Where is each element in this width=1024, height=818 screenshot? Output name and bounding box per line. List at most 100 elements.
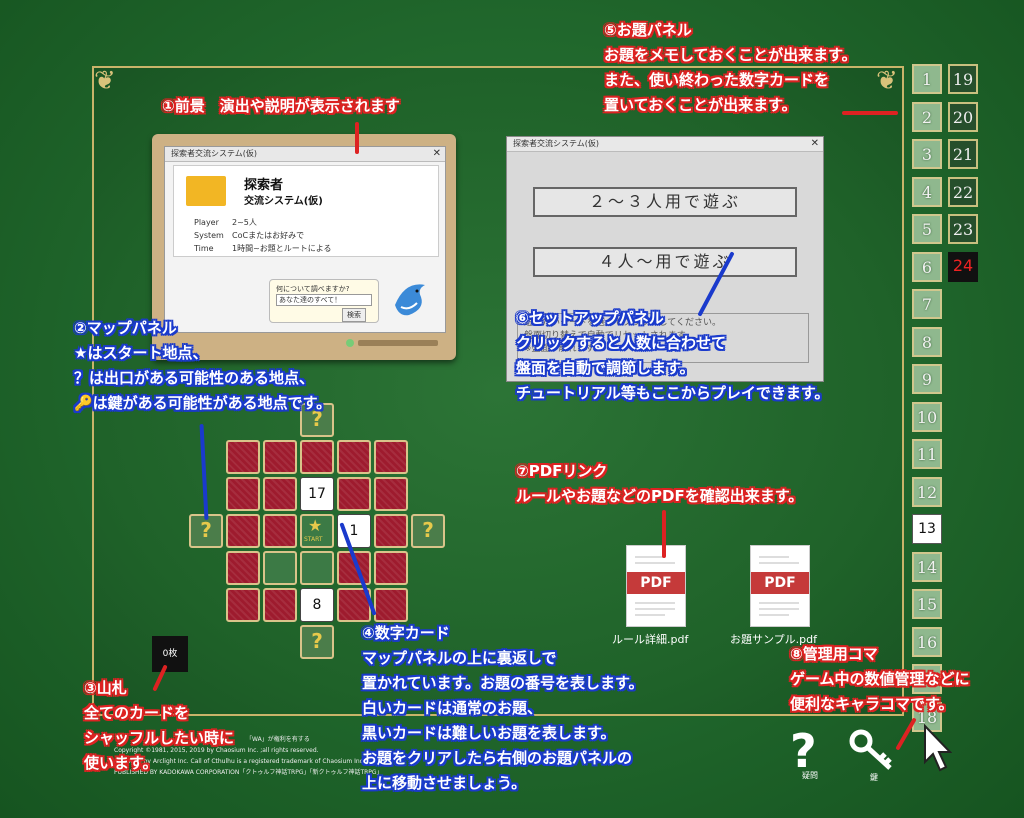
- deck-pile[interactable]: 0枚: [152, 636, 188, 672]
- search-button[interactable]: 検索: [342, 308, 366, 322]
- pdf-badge: PDF: [627, 572, 685, 594]
- theme-slot[interactable]: 21: [948, 139, 978, 169]
- row-value: 2~5人: [232, 218, 257, 227]
- annotation-line: ゲーム中の数値管理などに: [790, 670, 970, 688]
- map-tile-facedown[interactable]: [263, 588, 297, 622]
- annotation-title: ④数字カード: [362, 624, 450, 642]
- info-rows: Player 2~5人 System CoCまたはお好みで Time 1時間~お題とル…: [194, 216, 332, 255]
- annotation-line: 上に移動させましょう。: [362, 774, 527, 792]
- window-title-bar: 探索者交流システム(仮) ✕: [507, 137, 823, 152]
- heading: 探索者: [244, 178, 284, 193]
- annotation-title: ⑥セットアップパネル: [516, 309, 664, 327]
- map-tile-facedown[interactable]: [263, 440, 297, 474]
- annotation-pieces: ⑧管理用コマ ゲーム中の数値管理などに 便利なキャラコマです。: [790, 642, 970, 717]
- theme-slot[interactable]: 14: [912, 551, 942, 582]
- info-card: 探索者 交流システム(仮) Player 2~5人 System CoCまたはお好み…: [173, 165, 439, 257]
- close-icon[interactable]: ✕: [433, 147, 441, 161]
- close-icon[interactable]: ✕: [811, 137, 819, 151]
- theme-slot[interactable]: 3: [912, 139, 942, 169]
- annotation-line: ルールやお題などのPDFを確認出来ます。: [516, 487, 804, 505]
- theme-slot[interactable]: 22: [948, 176, 978, 207]
- theme-slot[interactable]: 12: [912, 476, 942, 507]
- map-tile-facedown[interactable]: [374, 477, 408, 511]
- row-label: Time: [194, 244, 214, 253]
- theme-slot[interactable]: 15: [912, 589, 942, 619]
- theme-slot[interactable]: 10: [912, 401, 942, 432]
- map-tile-facedown[interactable]: [263, 477, 297, 511]
- theme-slot[interactable]: 4: [912, 176, 942, 207]
- pdf-theme-icon[interactable]: PDF: [750, 545, 810, 627]
- annotation-line: クリックすると人数に合わせて: [516, 334, 727, 352]
- theme-slot[interactable]: 23: [948, 214, 978, 244]
- star-icon: ★: [308, 516, 323, 535]
- pointer-stroke: [355, 122, 359, 154]
- black-number-card[interactable]: 24: [948, 251, 978, 282]
- key-tile[interactable]: [263, 551, 297, 585]
- annotation-title: ①前景 演出や説明が表示されます: [162, 97, 400, 115]
- map-tile-facedown[interactable]: [337, 440, 371, 474]
- ornament-icon: ❦: [94, 66, 116, 96]
- annotation-line: 黒いカードは難しいお題を表します。: [362, 724, 616, 742]
- row-label: Player: [194, 218, 219, 227]
- theme-slot[interactable]: 19: [948, 64, 978, 94]
- map-tile-facedown[interactable]: [374, 514, 408, 548]
- annotation-title: ⑤お題パネル: [604, 21, 692, 39]
- map-tile-facedown[interactable]: [226, 440, 260, 474]
- exit-tile[interactable]: ?: [300, 625, 334, 659]
- annotation-line: ？は出口がある可能性のある地点、: [74, 369, 315, 387]
- annotation-line: お題をクリアしたら右側のお題パネルの: [362, 749, 633, 767]
- annotation-line: ★はスタート地点、: [74, 344, 208, 362]
- power-led-icon: [346, 339, 354, 347]
- theme-slot[interactable]: 6: [912, 251, 942, 282]
- annotation-pdf: ⑦PDFリンク ルールやお題などのPDFを確認出来ます。: [516, 459, 803, 509]
- theme-slot[interactable]: 2: [912, 101, 942, 132]
- row-value: 1時間~お題とルートによる: [232, 244, 332, 253]
- map-tile-facedown[interactable]: [374, 588, 408, 622]
- key-tile[interactable]: [300, 551, 334, 585]
- bubble-question: 何について調べますか?: [276, 285, 350, 293]
- map-tile-facedown[interactable]: [374, 440, 408, 474]
- annotation-line: シャッフルしたい時に: [84, 729, 235, 747]
- annotation-line: 盤面を自動で調節します。: [516, 359, 695, 377]
- number-card[interactable]: 17: [300, 477, 334, 511]
- theme-slot[interactable]: 11: [912, 439, 942, 469]
- map-tile-facedown[interactable]: [263, 514, 297, 548]
- ornament-icon: ❦: [876, 66, 898, 96]
- start-label: START: [304, 536, 323, 543]
- white-number-card[interactable]: 13: [912, 514, 942, 544]
- annotation-line: 使います。: [84, 754, 158, 772]
- annotation-line: 🔑は鍵がある可能性がある地点です。: [74, 394, 332, 412]
- annotation-number-card: ④数字カード マップパネルの上に裏返しで 置かれています。お題の番号を表します。…: [362, 621, 644, 796]
- annotation-line: また、使い終わった数字カードを: [604, 71, 830, 89]
- question-piece-icon[interactable]: ?: [790, 728, 817, 774]
- subheading: 交流システム(仮): [244, 196, 323, 207]
- play-4-button[interactable]: ４人～用で遊ぶ: [533, 247, 797, 277]
- theme-slot[interactable]: 8: [912, 326, 942, 357]
- play-2-3-button[interactable]: ２～３人用で遊ぶ: [533, 187, 797, 217]
- theme-slot[interactable]: 20: [948, 101, 978, 132]
- map-tile-facedown[interactable]: [226, 477, 260, 511]
- monitor-slot: [358, 340, 438, 346]
- number-card[interactable]: 8: [300, 588, 334, 622]
- window-title: 探索者交流システム(仮): [171, 149, 258, 158]
- map-tile-facedown[interactable]: [300, 440, 334, 474]
- annotation-map: ②マップパネル ★はスタート地点、 ？は出口がある可能性のある地点、 🔑は鍵があ…: [74, 316, 331, 416]
- map-tile-facedown[interactable]: [226, 551, 260, 585]
- theme-slot[interactable]: 9: [912, 364, 942, 394]
- map-tile-facedown[interactable]: [374, 551, 408, 585]
- key-piece-icon[interactable]: [848, 728, 896, 776]
- exit-tile[interactable]: ?: [411, 514, 445, 548]
- window-title-bar: 探索者交流システム(仮) ✕: [165, 147, 445, 162]
- annotation-line: お題をメモしておくことが出来ます。: [604, 46, 857, 64]
- annotation-title: ⑦PDFリンク: [516, 462, 608, 480]
- annotation-line: 置かれています。お題の番号を表します。: [362, 674, 644, 692]
- map-tile-facedown[interactable]: [226, 514, 260, 548]
- theme-slot[interactable]: 7: [912, 289, 942, 319]
- map-tile-facedown[interactable]: [337, 477, 371, 511]
- map-tile-facedown[interactable]: [226, 588, 260, 622]
- pdf-rule-icon[interactable]: PDF: [626, 545, 686, 627]
- search-input[interactable]: あなた達のすべて！: [276, 294, 372, 306]
- theme-slot[interactable]: 5: [912, 214, 942, 244]
- theme-slot[interactable]: 1: [912, 64, 942, 94]
- window-title: 探索者交流システム(仮): [513, 139, 600, 148]
